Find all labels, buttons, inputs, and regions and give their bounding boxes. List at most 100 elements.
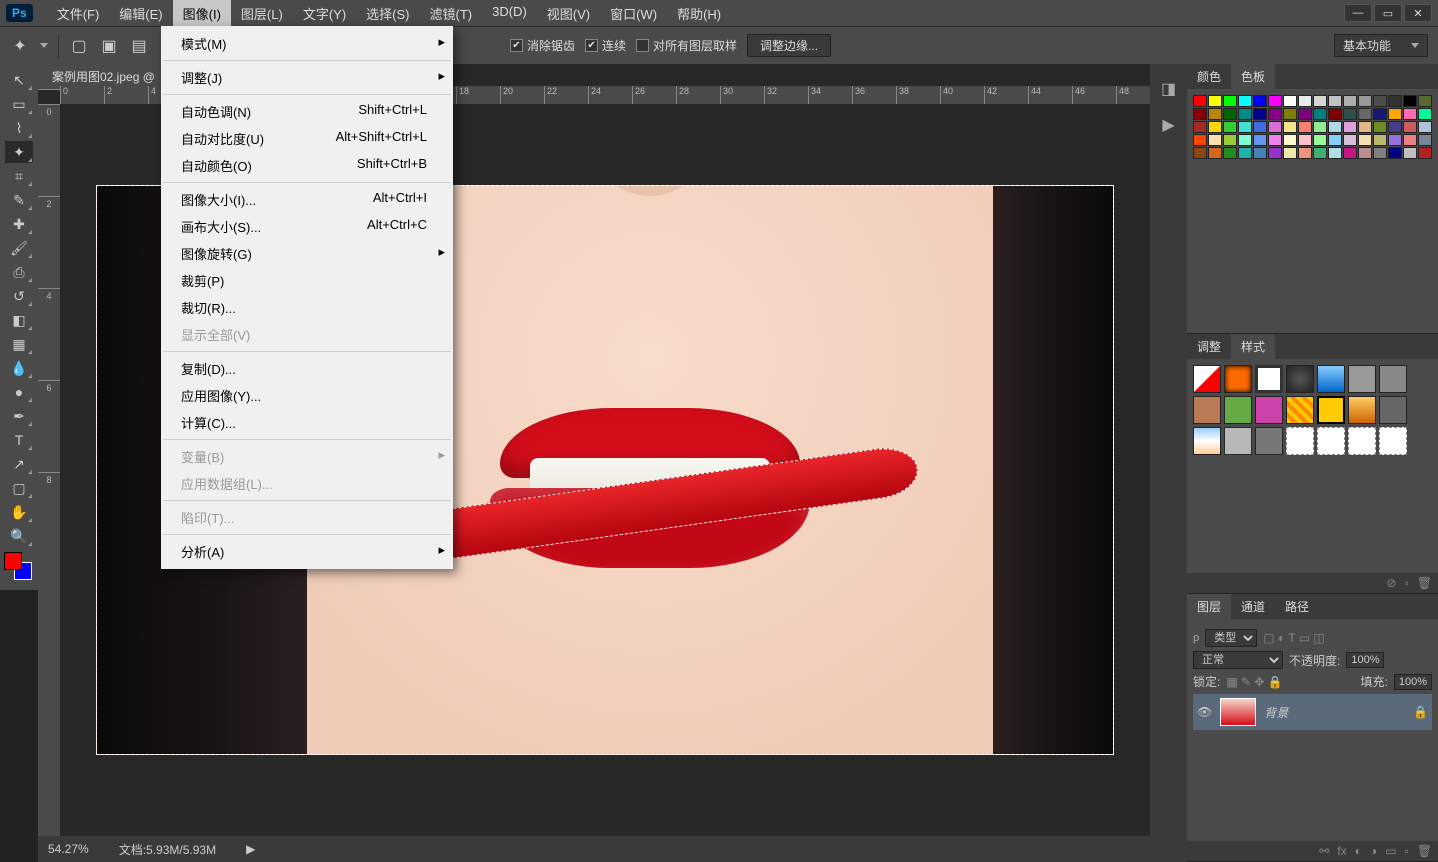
maximize-button[interactable]: ▭ xyxy=(1374,4,1402,22)
swatch[interactable] xyxy=(1223,95,1237,107)
menu-item[interactable]: 应用图像(Y)... xyxy=(161,382,453,409)
menu-图像[interactable]: 图像(I) xyxy=(173,0,231,27)
tab-swatches[interactable]: 色板 xyxy=(1231,64,1275,89)
swatch[interactable] xyxy=(1373,108,1387,120)
fx-icon[interactable]: fx xyxy=(1337,844,1346,858)
all-layers-checkbox[interactable]: 对所有图层取样 xyxy=(636,37,737,54)
tool-preset-icon[interactable]: ✦ xyxy=(10,36,30,56)
menu-图层[interactable]: 图层(L) xyxy=(231,0,293,27)
wand-tool[interactable]: ✦ xyxy=(5,141,33,163)
chevron-down-icon[interactable] xyxy=(40,43,48,48)
swatch[interactable] xyxy=(1298,121,1312,133)
swatch[interactable] xyxy=(1373,134,1387,146)
menu-item[interactable]: 自动颜色(O)Shift+Ctrl+B xyxy=(161,152,453,179)
properties-icon[interactable]: ▶ xyxy=(1158,114,1180,136)
swatch[interactable] xyxy=(1283,147,1297,159)
swatch[interactable] xyxy=(1238,147,1252,159)
crop-tool[interactable]: ⌗ xyxy=(5,165,33,187)
swatch[interactable] xyxy=(1268,147,1282,159)
lasso-tool[interactable]: ⌇ xyxy=(5,117,33,139)
eyedrop-tool[interactable]: ✎ xyxy=(5,189,33,211)
swatch[interactable] xyxy=(1253,121,1267,133)
swatch[interactable] xyxy=(1418,134,1432,146)
stamp-tool[interactable]: ⎙ xyxy=(5,261,33,283)
minimize-button[interactable]: — xyxy=(1344,4,1372,22)
swatch[interactable] xyxy=(1223,121,1237,133)
dodge-tool[interactable]: ● xyxy=(5,381,33,403)
swatch[interactable] xyxy=(1328,147,1342,159)
layer-kind-select[interactable]: 类型 xyxy=(1205,629,1257,647)
layer-row[interactable]: 👁 背景 🔒 xyxy=(1193,694,1432,730)
antialias-checkbox[interactable]: ✔消除锯齿 xyxy=(510,37,575,54)
pen-tool[interactable]: ✒ xyxy=(5,405,33,427)
swatch[interactable] xyxy=(1238,108,1252,120)
delete-style-icon[interactable]: 🗑 xyxy=(1417,576,1432,590)
swatch[interactable] xyxy=(1343,147,1357,159)
menu-编辑[interactable]: 编辑(E) xyxy=(109,0,172,27)
swatch[interactable] xyxy=(1343,95,1357,107)
menu-item[interactable]: 模式(M)▸ xyxy=(161,30,453,57)
tab-styles[interactable]: 样式 xyxy=(1231,334,1275,359)
swatch[interactable] xyxy=(1403,121,1417,133)
menu-帮助[interactable]: 帮助(H) xyxy=(667,0,731,27)
brush-tool[interactable]: 🖌 xyxy=(5,237,33,259)
fill-input[interactable]: 100% xyxy=(1394,674,1432,690)
swatch[interactable] xyxy=(1253,95,1267,107)
swatch[interactable] xyxy=(1418,108,1432,120)
menu-item[interactable]: 裁剪(P) xyxy=(161,267,453,294)
tab-adjustments[interactable]: 调整 xyxy=(1187,334,1231,359)
menu-item[interactable]: 图像大小(I)...Alt+Ctrl+I xyxy=(161,186,453,213)
type-tool[interactable]: T xyxy=(5,429,33,451)
swatch[interactable] xyxy=(1268,108,1282,120)
heal-tool[interactable]: ✚ xyxy=(5,213,33,235)
swatch[interactable] xyxy=(1343,108,1357,120)
swatch[interactable] xyxy=(1298,147,1312,159)
swatch[interactable] xyxy=(1403,108,1417,120)
delete-layer-icon[interactable]: 🗑 xyxy=(1417,844,1432,858)
swatch[interactable] xyxy=(1208,121,1222,133)
swatch[interactable] xyxy=(1208,108,1222,120)
menu-item[interactable]: 计算(C)... xyxy=(161,409,453,436)
tab-paths[interactable]: 路径 xyxy=(1275,594,1319,619)
swatch[interactable] xyxy=(1328,121,1342,133)
swatch[interactable] xyxy=(1238,134,1252,146)
swatch[interactable] xyxy=(1373,121,1387,133)
doc-info[interactable]: 文档:5.93M/5.93M xyxy=(119,841,216,858)
menu-item[interactable]: 裁切(R)... xyxy=(161,294,453,321)
swatch[interactable] xyxy=(1223,134,1237,146)
swatch[interactable] xyxy=(1388,108,1402,120)
selection-new-icon[interactable]: ▢ xyxy=(69,36,89,56)
tab-color[interactable]: 颜色 xyxy=(1187,64,1231,89)
swatch[interactable] xyxy=(1298,108,1312,120)
swatch[interactable] xyxy=(1298,134,1312,146)
menu-item[interactable]: 自动对比度(U)Alt+Shift+Ctrl+L xyxy=(161,125,453,152)
shape-tool[interactable]: ▢ xyxy=(5,477,33,499)
refine-edge-button[interactable]: 调整边缘... xyxy=(747,34,831,57)
tab-layers[interactable]: 图层 xyxy=(1187,594,1231,619)
swatch[interactable] xyxy=(1193,134,1207,146)
swatch[interactable] xyxy=(1373,95,1387,107)
swatch[interactable] xyxy=(1313,147,1327,159)
hand-tool[interactable]: ✋ xyxy=(5,501,33,523)
selection-add-icon[interactable]: ▣ xyxy=(99,36,119,56)
swatch[interactable] xyxy=(1283,121,1297,133)
swatch[interactable] xyxy=(1313,134,1327,146)
menu-文件[interactable]: 文件(F) xyxy=(47,0,110,27)
group-icon[interactable]: ▭ xyxy=(1385,844,1396,858)
mask-icon[interactable]: ◐ xyxy=(1355,844,1362,858)
swatch[interactable] xyxy=(1358,134,1372,146)
swatch[interactable] xyxy=(1313,108,1327,120)
swatch[interactable] xyxy=(1208,147,1222,159)
swatch[interactable] xyxy=(1328,95,1342,107)
menu-item[interactable]: 调整(J)▸ xyxy=(161,64,453,91)
history-icon[interactable]: ◨ xyxy=(1158,78,1180,100)
menu-选择[interactable]: 选择(S) xyxy=(356,0,419,27)
swatch[interactable] xyxy=(1193,95,1207,107)
path-tool[interactable]: ↗ xyxy=(5,453,33,475)
swatch[interactable] xyxy=(1418,147,1432,159)
menu-item[interactable]: 画布大小(S)...Alt+Ctrl+C xyxy=(161,213,453,240)
layer-thumbnail[interactable] xyxy=(1220,698,1256,726)
swatch[interactable] xyxy=(1313,95,1327,107)
tab-channels[interactable]: 通道 xyxy=(1231,594,1275,619)
swatch[interactable] xyxy=(1388,121,1402,133)
